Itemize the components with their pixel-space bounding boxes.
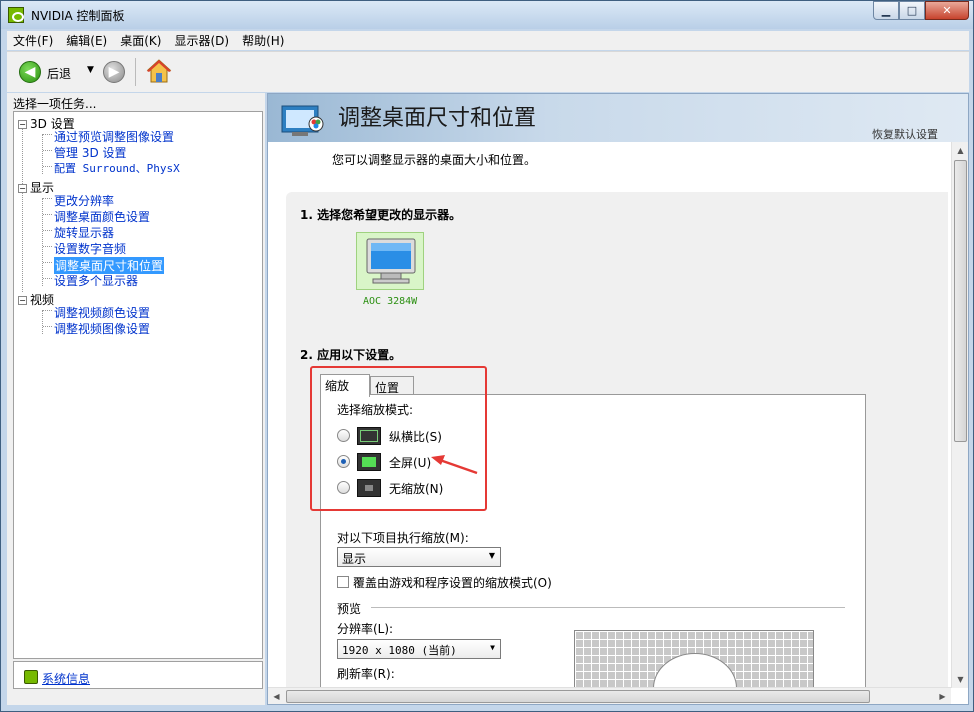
collapse-icon[interactable]: − [18, 120, 27, 129]
close-button[interactable]: ✕ [925, 1, 969, 20]
tree-item-video-color[interactable]: 调整视频颜色设置 [54, 304, 150, 321]
perform-scaling-select[interactable]: 显示 [337, 547, 501, 567]
collapse-icon[interactable]: − [18, 184, 27, 193]
task-panel-header: 选择一项任务... [13, 97, 97, 111]
tree-item-change-resolution[interactable]: 更改分辨率 [54, 192, 114, 209]
tree-item-desktop-color[interactable]: 调整桌面颜色设置 [54, 208, 150, 225]
toolbar: ◀ 后退 ▼ ▶ [7, 51, 969, 92]
home-icon[interactable] [146, 58, 172, 84]
tree-item-multiple-displays[interactable]: 设置多个显示器 [54, 272, 138, 289]
maximize-button[interactable]: □ [899, 1, 925, 20]
monitor-icon [366, 238, 416, 284]
scroll-left-icon[interactable]: ◀ [269, 689, 284, 704]
tab-scaling[interactable]: 缩放 [320, 374, 370, 397]
page-title: 调整桌面尺寸和位置 [338, 106, 537, 131]
task-panel: 选择一项任务... −3D 设置 通过预览调整图像设置 管理 3D 设置 配置 … [7, 93, 265, 705]
toolbar-separator [135, 58, 136, 86]
step1-heading: 1. 选择您希望更改的显示器。 [300, 208, 462, 222]
horizontal-scroll-thumb[interactable] [286, 690, 870, 703]
tree-category-video[interactable]: − 视频 [18, 291, 54, 308]
scroll-up-icon[interactable]: ▲ [953, 143, 968, 158]
scaling-preview-image [574, 630, 814, 692]
monitor-name: AOC 3284W [363, 296, 418, 307]
preview-label: 预览 [337, 602, 362, 616]
override-scaling-checkbox[interactable] [337, 576, 349, 588]
vertical-scrollbar[interactable]: ▲ ▼ [951, 142, 968, 688]
step2-heading: 2. 应用以下设置。 [300, 348, 402, 362]
tree-item-video-image[interactable]: 调整视频图像设置 [54, 320, 150, 337]
menu-help[interactable]: 帮助(H) [242, 32, 284, 49]
forward-arrow-icon[interactable]: ▶ [103, 61, 125, 83]
preview-divider [371, 607, 845, 608]
menu-desktop[interactable]: 桌面(K) [120, 32, 161, 49]
back-button-label[interactable]: 后退 [47, 65, 71, 82]
menu-bar: 文件(F) 编辑(E) 桌面(K) 显示器(D) 帮助(H) [7, 31, 969, 50]
tree-item-rotate-display[interactable]: 旋转显示器 [54, 224, 114, 241]
refresh-rate-label: 刷新率(R): [337, 667, 395, 681]
page-description: 您可以调整显示器的桌面大小和位置。 [332, 153, 537, 167]
app-window: NVIDIA 控制面板 ▁ □ ✕ 文件(F) 编辑(E) 桌面(K) 显示器(… [0, 0, 974, 712]
page-banner: 调整桌面尺寸和位置 恢复默认设置 [268, 94, 968, 142]
resolution-select[interactable]: 1920 x 1080 (当前) [337, 639, 501, 659]
tree-category-display[interactable]: − 显示 [18, 179, 54, 196]
scroll-right-icon[interactable]: ▶ [935, 689, 950, 704]
back-arrow-icon[interactable]: ◀ [19, 61, 41, 83]
system-info-bar: 系统信息 [13, 661, 263, 689]
monitor-tile[interactable] [356, 232, 424, 290]
tree-item-configure-surround-physx[interactable]: 配置 Surround、PhysX [54, 160, 180, 176]
display-settings-icon [281, 105, 324, 136]
restore-defaults-link[interactable]: 恢复默认设置 [872, 126, 938, 142]
collapse-icon[interactable]: − [18, 296, 27, 305]
system-info-icon [24, 670, 38, 684]
horizontal-scrollbar[interactable]: ◀ ▶ [268, 687, 951, 704]
back-history-dropdown-icon[interactable]: ▼ [87, 65, 94, 75]
override-scaling-label[interactable]: 覆盖由游戏和程序设置的缩放模式(O) [353, 574, 552, 591]
nvidia-app-icon [8, 7, 24, 23]
annotation-arrow-icon [431, 455, 478, 475]
vertical-scroll-thumb[interactable] [954, 160, 967, 442]
tree-item-manage-3d-settings[interactable]: 管理 3D 设置 [54, 144, 127, 161]
menu-display[interactable]: 显示器(D) [174, 32, 229, 49]
tree-item-preview-image-settings[interactable]: 通过预览调整图像设置 [54, 128, 174, 145]
window-title: NVIDIA 控制面板 [31, 9, 125, 23]
menu-file[interactable]: 文件(F) [13, 32, 53, 49]
task-tree: −3D 设置 通过预览调整图像设置 管理 3D 设置 配置 Surround、P… [13, 111, 263, 659]
resolution-label: 分辨率(L): [337, 622, 394, 636]
minimize-button[interactable]: ▁ [873, 1, 899, 20]
tree-item-digital-audio[interactable]: 设置数字音频 [54, 240, 126, 257]
menu-edit[interactable]: 编辑(E) [66, 32, 107, 49]
scroll-down-icon[interactable]: ▼ [953, 672, 968, 687]
title-bar[interactable]: NVIDIA 控制面板 ▁ □ ✕ [1, 1, 973, 29]
perform-scaling-label: 对以下项目执行缩放(M): [337, 531, 469, 545]
system-info-link[interactable]: 系统信息 [42, 670, 90, 687]
